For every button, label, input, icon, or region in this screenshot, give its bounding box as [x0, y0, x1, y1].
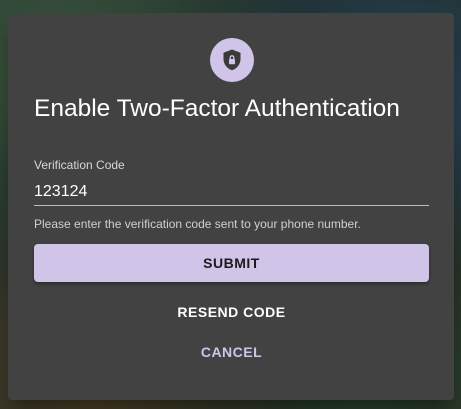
verification-code-input[interactable]: [34, 178, 429, 206]
shield-lock-glyph: [223, 49, 241, 71]
two-factor-dialog: Enable Two-Factor Authentication Verific…: [8, 13, 454, 400]
verification-code-label: Verification Code: [34, 158, 125, 172]
shield-lock-icon: [210, 38, 254, 82]
dialog-title: Enable Two-Factor Authentication: [34, 95, 400, 122]
cancel-button[interactable]: CANCEL: [34, 333, 429, 371]
submit-button[interactable]: SUBMIT: [34, 244, 429, 282]
resend-code-button[interactable]: RESEND CODE: [34, 293, 429, 331]
verification-code-helper-text: Please enter the verification code sent …: [34, 217, 361, 231]
